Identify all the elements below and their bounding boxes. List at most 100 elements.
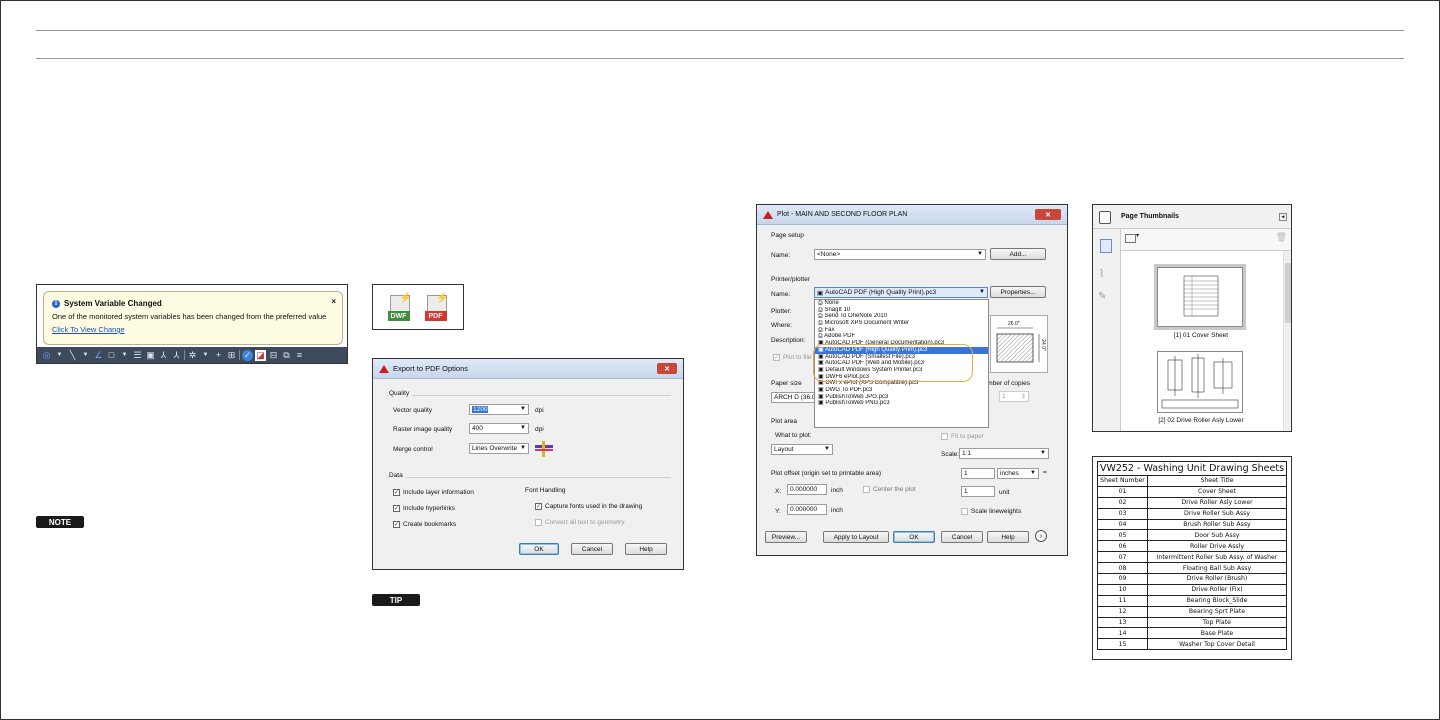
snap-icon[interactable]: ╲ xyxy=(67,350,78,361)
table-title: VW252 - Washing Unit Drawing Sheets xyxy=(1097,461,1287,476)
properties-button[interactable]: Properties... xyxy=(990,286,1046,298)
center-plot-checkbox[interactable]: Center the plot xyxy=(863,486,916,493)
printer-option[interactable]: ▣ PublishToWeb PNG.pc3 xyxy=(815,400,988,407)
include-hyperlinks-checkbox[interactable]: ✓ Include hyperlinks xyxy=(393,505,455,512)
bookmark-icon[interactable] xyxy=(1100,239,1112,253)
ok-button[interactable]: OK xyxy=(893,531,935,543)
export-icons-panel: ⚡ DWF ⚡ PDF xyxy=(372,284,464,330)
polar-icon[interactable]: ◎ xyxy=(41,350,52,361)
paper-size-select[interactable]: ARCH D (36.0 xyxy=(771,392,819,403)
preview-button[interactable]: Preview... xyxy=(765,531,807,543)
printer-option[interactable]: ⎙ Microsoft XPS Document Writer xyxy=(815,320,988,327)
separator xyxy=(184,350,185,360)
printer-option[interactable]: ⎙ Fax xyxy=(815,327,988,334)
status-bar: ◎ ▼ ╲ ▼ ∠ □ ▼ ☰ ▣ ⅄ ⅄ ✲ ▼ + ⊞ ✓ ◪ ⊟ ⧉ ≡ xyxy=(37,347,347,363)
scale-unit-select[interactable]: inches ▼ xyxy=(997,468,1039,479)
include-layer-checkbox[interactable]: ✓ Include layer information xyxy=(393,489,474,496)
printer-option[interactable]: ⎙ Send To OneNote 2010 xyxy=(815,313,988,320)
page-setup-label: Page setup xyxy=(771,232,804,239)
dropdown-icon[interactable]: ▼ xyxy=(80,350,91,361)
apply-to-layout-button[interactable]: Apply to Layout xyxy=(823,531,889,543)
help-button[interactable]: Help xyxy=(987,531,1029,543)
object-snap-icon[interactable]: □ xyxy=(106,350,117,361)
thumbnails-header: Page Thumbnails ◂ xyxy=(1093,205,1291,229)
add-button[interactable]: Add... xyxy=(990,248,1046,260)
merge-control-select[interactable]: Lines Overwrite ▼ xyxy=(469,443,529,454)
thumbnail-page-2[interactable] xyxy=(1157,351,1243,413)
x-offset-input[interactable]: 0.000000 xyxy=(787,484,827,495)
printer-option-label: Fax xyxy=(824,326,835,333)
sheet-title-cell: Bearing Sprt Plate xyxy=(1147,605,1287,618)
cancel-button[interactable]: Cancel xyxy=(571,543,613,555)
capture-fonts-checkbox[interactable]: ✓ Capture fonts used in the drawing xyxy=(535,503,642,510)
transparency-icon[interactable]: ▣ xyxy=(145,350,156,361)
lineweight-icon[interactable]: ☰ xyxy=(132,350,143,361)
view-change-link[interactable]: Click To View Change xyxy=(52,325,334,334)
fit-to-paper-checkbox[interactable]: Fit to paper xyxy=(941,433,984,440)
merge-control-label: Merge control xyxy=(393,446,433,453)
create-bookmarks-checkbox[interactable]: ✓ Create bookmarks xyxy=(393,521,456,528)
dropdown-icon[interactable]: ▼ xyxy=(200,350,211,361)
fullscreen-icon[interactable]: ⧉ xyxy=(281,350,292,361)
include-layer-label: Include layer information xyxy=(403,489,474,496)
dpi-unit: dpi xyxy=(535,407,544,414)
isodraft-icon[interactable]: ∠ xyxy=(93,350,104,361)
printer-option[interactable]: ⎙ None xyxy=(815,300,988,307)
close-icon[interactable]: × xyxy=(331,297,336,306)
plus-icon[interactable]: + xyxy=(213,350,224,361)
sheet-list-table: VW252 - Washing Unit Drawing Sheets Shee… xyxy=(1097,461,1287,651)
convert-text-label: Convert all text to geometry xyxy=(545,519,625,526)
notification-icon[interactable]: ◪ xyxy=(255,349,266,361)
scale-numerator-input[interactable]: 1 xyxy=(961,468,995,479)
workspace-gear-icon[interactable]: ✲ xyxy=(187,350,198,361)
printer-option[interactable]: ▣ DWG To PDF.pc3 xyxy=(815,387,988,394)
scrollbar[interactable] xyxy=(1283,251,1291,431)
close-button[interactable]: ✕ xyxy=(1035,209,1061,220)
page-setup-select[interactable]: <None> ▼ xyxy=(814,249,986,260)
scale-lineweights-checkbox[interactable]: Scale lineweights xyxy=(961,508,1021,515)
thumbnails-title: Page Thumbnails xyxy=(1121,213,1179,220)
y-offset-input[interactable]: 0.000000 xyxy=(787,504,827,515)
plot-title: Plot - MAIN AND SECOND FLOOR PLAN xyxy=(777,211,908,218)
page-panel-icon[interactable] xyxy=(1099,211,1111,224)
vector-quality-select[interactable]: 1200 ▼ xyxy=(469,404,529,415)
attachment-icon[interactable]: ⌇ xyxy=(1099,267,1104,280)
ok-button[interactable]: OK xyxy=(519,543,559,555)
panel-options-icon[interactable]: ◂ xyxy=(1279,213,1287,221)
dropdown-icon[interactable]: ▼ xyxy=(119,350,130,361)
printer-select[interactable]: ▣ AutoCAD PDF (High Quality Print).pc3 ▼ xyxy=(814,287,988,298)
scale-denominator-input[interactable]: 1 xyxy=(961,486,995,497)
cancel-button[interactable]: Cancel xyxy=(941,531,983,543)
y-offset-value: 0.000000 xyxy=(790,506,818,513)
units-icon[interactable]: ⊞ xyxy=(226,350,237,361)
chevron-down-icon[interactable]: ▾ xyxy=(1136,232,1139,239)
options-menu-icon[interactable] xyxy=(1125,234,1136,243)
dropdown-icon[interactable]: ▼ xyxy=(54,350,65,361)
trash-icon[interactable]: 🗑 xyxy=(1276,232,1287,243)
scale-select[interactable]: 1:1 ▼ xyxy=(959,448,1049,459)
menu-icon[interactable]: ≡ xyxy=(294,350,305,361)
annotation-icon[interactable]: ⅄ xyxy=(158,350,169,361)
convert-text-checkbox[interactable]: Convert all text to geometry xyxy=(535,519,624,526)
table-row: 02 Drive Roller Asly Lower xyxy=(1097,496,1287,509)
annotation-scale-icon[interactable]: ⅄ xyxy=(171,350,182,361)
sysvar-monitor-icon[interactable]: ✓ xyxy=(242,349,253,361)
notification-bubble: i System Variable Changed One of the moni… xyxy=(43,291,343,345)
scale-numerator-value: 1 xyxy=(964,470,968,477)
sheet-title-cell: Intermittent Roller Sub Assy. of Washer xyxy=(1147,551,1287,564)
top-rule xyxy=(36,30,1404,31)
what-to-plot-select[interactable]: Layout ▼ xyxy=(771,444,833,455)
print-icon[interactable]: ⊟ xyxy=(268,350,279,361)
help-button[interactable]: Help xyxy=(625,543,667,555)
printer-option[interactable]: ⎙ Adobe PDF xyxy=(815,333,988,340)
raster-quality-select[interactable]: 400 ▼ xyxy=(469,423,529,434)
signature-icon[interactable]: ✎ xyxy=(1098,291,1106,302)
printer-option[interactable]: ⎙ SnagIt 10 xyxy=(815,307,988,314)
close-button[interactable]: ✕ xyxy=(657,363,677,374)
expand-icon[interactable]: › xyxy=(1035,530,1047,542)
copies-input[interactable]: 1 ⇕ xyxy=(999,391,1029,402)
printer-option[interactable]: ▣ PublishToWeb JPG.pc3 xyxy=(815,394,988,401)
sheet-number-cell: 04 xyxy=(1097,518,1148,531)
thumbnail-page-1[interactable] xyxy=(1154,264,1246,330)
plot-to-file-checkbox[interactable]: ✓ Plot to file xyxy=(773,354,812,361)
